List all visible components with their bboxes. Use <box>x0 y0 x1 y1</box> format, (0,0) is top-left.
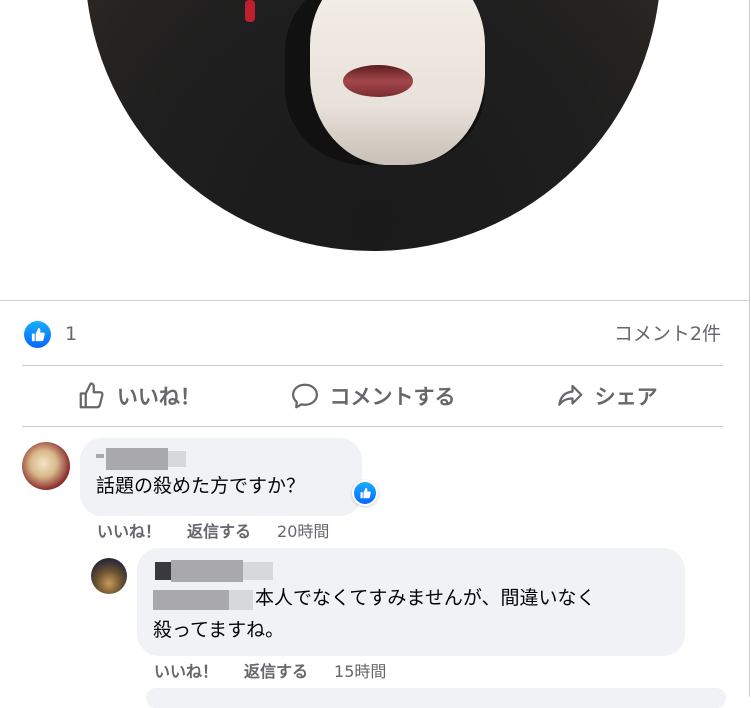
comment-like-link[interactable]: いいね！ <box>97 518 161 542</box>
post-photo-area <box>0 0 749 300</box>
share-button-label: シェア <box>594 385 658 409</box>
comment: 話題の殺めた方ですか？ <box>22 438 378 516</box>
comment-author[interactable] <box>153 560 669 582</box>
avatar[interactable] <box>22 442 70 490</box>
comment-text-line2: 殺ってますね。 <box>153 619 285 641</box>
comment-reply-link[interactable]: 返信する <box>244 658 308 682</box>
thumbs-up-icon <box>79 382 104 409</box>
comment-author[interactable] <box>96 448 346 470</box>
like-reaction-icon <box>354 482 376 504</box>
redacted-name <box>171 560 243 582</box>
avatar[interactable] <box>91 558 127 594</box>
like-reaction-icon <box>24 320 51 348</box>
redacted-name <box>96 454 104 458</box>
comment-text: 話題の殺めた方ですか？ <box>96 475 306 497</box>
comment-text: 本人でなくてすみませんが、間違いなく 殺ってますね。 <box>153 582 669 646</box>
comment-like-link[interactable]: いいね！ <box>154 658 218 682</box>
redacted-name <box>106 448 168 470</box>
photo-earring <box>245 0 255 22</box>
divider <box>22 365 723 366</box>
like-button[interactable]: いいね！ <box>22 368 256 424</box>
redacted-mention <box>153 590 229 610</box>
like-button-label: いいね！ <box>116 385 201 409</box>
redacted-name <box>243 562 273 580</box>
comment-count-link[interactable]: コメント2件 <box>614 320 721 348</box>
comment-reply-link[interactable]: 返信する <box>187 518 251 542</box>
share-arrow-icon <box>557 384 583 406</box>
post-card: 1 コメント2件 いいね！ コメントする シェア 話題の殺めた方ですか？ いいね… <box>0 0 750 708</box>
reactions-summary[interactable]: 1 <box>24 320 77 348</box>
comment-bubble: 話題の殺めた方ですか？ <box>80 438 378 516</box>
speech-bubble-icon <box>291 383 318 409</box>
like-count: 1 <box>65 323 78 345</box>
divider <box>0 300 749 301</box>
photo-lips <box>343 65 413 97</box>
next-comment-bubble <box>146 688 726 708</box>
post-photo[interactable] <box>85 0 661 251</box>
share-button[interactable]: シェア <box>489 368 723 424</box>
comment-button-label: コメントする <box>329 385 456 409</box>
divider <box>22 426 723 427</box>
redacted-mention <box>229 590 253 610</box>
comment-timestamp[interactable]: 15時間 <box>334 658 386 682</box>
comment-reaction-badge[interactable] <box>352 480 378 506</box>
redacted-name <box>168 451 186 467</box>
comment-timestamp[interactable]: 20時間 <box>277 518 329 542</box>
action-bar: いいね！ コメントする シェア <box>22 368 723 424</box>
comment-button[interactable]: コメントする <box>256 368 490 424</box>
redacted-name <box>155 562 171 580</box>
reply-meta: いいね！ 返信する 15時間 <box>154 658 386 682</box>
comment-bubble: 本人でなくてすみませんが、間違いなく 殺ってますね。 <box>137 548 685 656</box>
reply-comment: 本人でなくてすみませんが、間違いなく 殺ってますね。 <box>91 548 685 656</box>
comment-meta: いいね！ 返信する 20時間 <box>97 518 329 542</box>
